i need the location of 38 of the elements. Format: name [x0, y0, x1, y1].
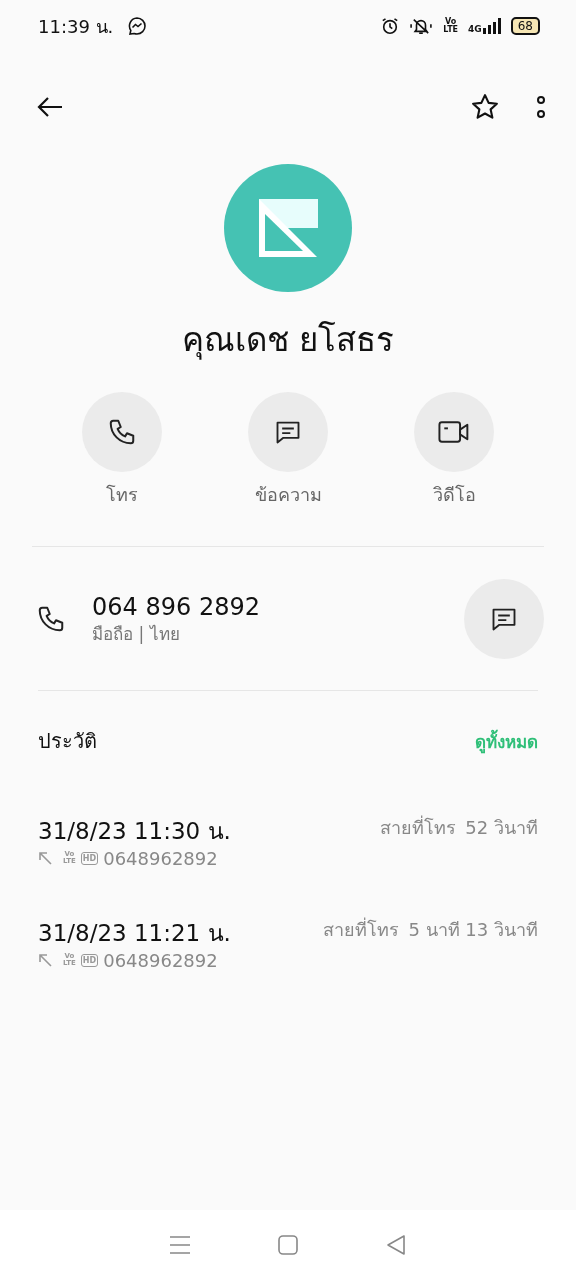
call-duration: 52 วินาที — [465, 815, 538, 840]
call-datetime: 31/8/23 11:21 น. — [38, 918, 232, 948]
hd-icon: HD — [80, 851, 99, 865]
messenger-icon — [127, 16, 148, 36]
phone-number[interactable]: 064 896 2892 — [92, 592, 464, 622]
call-type: สายที่โทร — [323, 916, 400, 942]
phone-icon — [107, 417, 137, 447]
network-type: 4G — [468, 24, 482, 34]
video-camera-icon — [437, 418, 471, 446]
action-label: ข้อความ — [254, 483, 322, 507]
battery-level: 68 — [510, 17, 540, 35]
back-button[interactable] — [36, 95, 64, 119]
more-options-icon — [536, 95, 546, 119]
call-duration: 5 นาที 13 วินาที — [408, 917, 538, 942]
history-title: ประวัติ — [38, 728, 97, 755]
back-arrow-icon — [36, 95, 64, 119]
signal-icon — [482, 18, 501, 34]
call-number: 0648962892 — [103, 949, 218, 971]
star-icon — [470, 92, 500, 122]
muted-bell-icon — [409, 17, 434, 35]
hd-icon: HD — [80, 953, 99, 967]
call-number: 0648962892 — [103, 847, 218, 869]
back-icon[interactable] — [385, 1234, 407, 1256]
more-options-button[interactable] — [536, 95, 546, 119]
volte-icon: Vo LTE — [443, 18, 459, 34]
call-type: สายที่โทร — [380, 814, 457, 840]
home-icon[interactable] — [277, 1234, 299, 1256]
outgoing-call-icon — [38, 953, 52, 967]
clock-time: 11:39 น. — [38, 14, 114, 39]
action-label: โทร — [106, 483, 138, 507]
phone-type: มือถือ | ไทย — [92, 623, 181, 646]
alarm-clock-icon — [381, 17, 400, 35]
phone-icon — [36, 604, 66, 634]
outgoing-call-icon — [38, 851, 52, 865]
favorite-button[interactable] — [470, 92, 500, 122]
call-datetime: 31/8/23 11:30 น. — [38, 816, 232, 846]
action-label: วิดีโอ — [432, 483, 476, 507]
contact-name: คุณเดช ยโสธร — [181, 320, 395, 360]
